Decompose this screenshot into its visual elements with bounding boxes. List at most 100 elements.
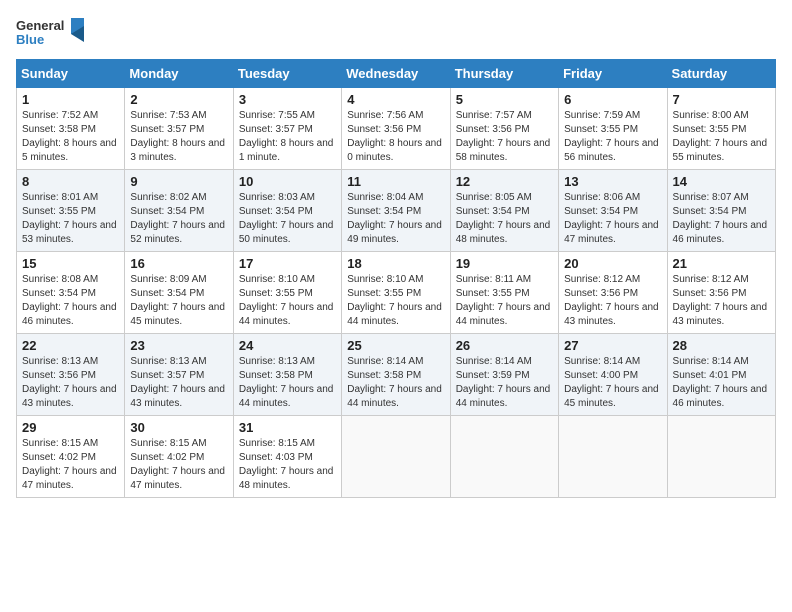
day-cell: 31 Sunrise: 8:15 AMSunset: 4:03 PMDayligh… xyxy=(233,416,341,498)
day-number: 3 xyxy=(239,92,336,107)
week-row-1: 1 Sunrise: 7:52 AMSunset: 3:58 PMDaylight… xyxy=(17,88,776,170)
day-detail: Sunrise: 8:04 AMSunset: 3:54 PMDaylight:… xyxy=(347,191,444,247)
day-number: 26 xyxy=(456,338,553,353)
col-header-wednesday: Wednesday xyxy=(342,60,450,88)
col-header-saturday: Saturday xyxy=(667,60,775,88)
day-detail: Sunrise: 8:10 AMSunset: 3:55 PMDaylight:… xyxy=(347,273,444,329)
day-detail: Sunrise: 8:03 AMSunset: 3:54 PMDaylight:… xyxy=(239,191,336,247)
day-number: 25 xyxy=(347,338,444,353)
day-cell: 16Sunrise: 8:09 AMSunset: 3:54 PMDayligh… xyxy=(125,252,233,334)
col-header-tuesday: Tuesday xyxy=(233,60,341,88)
day-detail: Sunrise: 8:05 AMSunset: 3:54 PMDaylight:… xyxy=(456,191,553,247)
day-number: 21 xyxy=(673,256,770,271)
day-detail: Sunrise: 8:02 AMSunset: 3:54 PMDaylight:… xyxy=(130,191,227,247)
day-cell: 28Sunrise: 8:14 AMSunset: 4:01 PMDayligh… xyxy=(667,334,775,416)
day-detail: Sunrise: 8:12 AMSunset: 3:56 PMDaylight:… xyxy=(673,273,770,329)
day-detail: Sunrise: 8:07 AMSunset: 3:54 PMDaylight:… xyxy=(673,191,770,247)
day-detail: Sunrise: 7:55 AMSunset: 3:57 PMDaylight:… xyxy=(239,109,336,165)
day-detail: Sunrise: 8:14 AMSunset: 3:58 PMDaylight:… xyxy=(347,355,444,411)
day-number: 8 xyxy=(22,174,119,189)
day-number: 5 xyxy=(456,92,553,107)
day-cell: 23 Sunrise: 8:13 AMSunset: 3:57 PMDayligh… xyxy=(125,334,233,416)
day-cell: 26 Sunrise: 8:14 AMSunset: 3:59 PMDayligh… xyxy=(450,334,558,416)
day-detail: Sunrise: 8:12 AMSunset: 3:56 PMDaylight:… xyxy=(564,273,661,329)
day-cell: 7 Sunrise: 8:00 AMSunset: 3:55 PMDaylight… xyxy=(667,88,775,170)
col-header-thursday: Thursday xyxy=(450,60,558,88)
day-number: 10 xyxy=(239,174,336,189)
day-cell: 3 Sunrise: 7:55 AMSunset: 3:57 PMDaylight… xyxy=(233,88,341,170)
day-number: 11 xyxy=(347,174,444,189)
day-detail: Sunrise: 8:14 AMSunset: 4:00 PMDaylight:… xyxy=(564,355,661,411)
day-cell: 19 Sunrise: 8:11 AMSunset: 3:55 PMDayligh… xyxy=(450,252,558,334)
day-detail: Sunrise: 8:11 AMSunset: 3:55 PMDaylight:… xyxy=(456,273,553,329)
day-cell: 29 Sunrise: 8:15 AMSunset: 4:02 PMDayligh… xyxy=(17,416,125,498)
day-number: 27 xyxy=(564,338,661,353)
day-detail: Sunrise: 8:08 AMSunset: 3:54 PMDaylight:… xyxy=(22,273,119,329)
day-detail: Sunrise: 8:14 AMSunset: 4:01 PMDaylight:… xyxy=(673,355,770,411)
header-row: SundayMondayTuesdayWednesdayThursdayFrid… xyxy=(17,60,776,88)
day-number: 16 xyxy=(130,256,227,271)
day-detail: Sunrise: 8:00 AMSunset: 3:55 PMDaylight:… xyxy=(673,109,770,165)
day-detail: Sunrise: 7:59 AMSunset: 3:55 PMDaylight:… xyxy=(564,109,661,165)
day-number: 19 xyxy=(456,256,553,271)
day-cell: 22Sunrise: 8:13 AMSunset: 3:56 PMDayligh… xyxy=(17,334,125,416)
day-cell: 15 Sunrise: 8:08 AMSunset: 3:54 PMDayligh… xyxy=(17,252,125,334)
day-number: 12 xyxy=(456,174,553,189)
day-number: 2 xyxy=(130,92,227,107)
day-cell xyxy=(667,416,775,498)
day-number: 23 xyxy=(130,338,227,353)
col-header-friday: Friday xyxy=(559,60,667,88)
day-cell: 17Sunrise: 8:10 AMSunset: 3:55 PMDayligh… xyxy=(233,252,341,334)
day-detail: Sunrise: 8:06 AMSunset: 3:54 PMDaylight:… xyxy=(564,191,661,247)
day-number: 6 xyxy=(564,92,661,107)
day-cell: 8 Sunrise: 8:01 AMSunset: 3:55 PMDaylight… xyxy=(17,170,125,252)
week-row-5: 29 Sunrise: 8:15 AMSunset: 4:02 PMDayligh… xyxy=(17,416,776,498)
day-detail: Sunrise: 8:15 AMSunset: 4:03 PMDaylight:… xyxy=(239,437,336,493)
day-detail: Sunrise: 8:15 AMSunset: 4:02 PMDaylight:… xyxy=(130,437,227,493)
day-cell: 25 Sunrise: 8:14 AMSunset: 3:58 PMDayligh… xyxy=(342,334,450,416)
day-cell: 20 Sunrise: 8:12 AMSunset: 3:56 PMDayligh… xyxy=(559,252,667,334)
day-detail: Sunrise: 7:52 AMSunset: 3:58 PMDaylight:… xyxy=(22,109,119,165)
day-cell: 21 Sunrise: 8:12 AMSunset: 3:56 PMDayligh… xyxy=(667,252,775,334)
day-number: 22 xyxy=(22,338,119,353)
week-row-2: 8 Sunrise: 8:01 AMSunset: 3:55 PMDaylight… xyxy=(17,170,776,252)
day-number: 15 xyxy=(22,256,119,271)
day-detail: Sunrise: 8:15 AMSunset: 4:02 PMDaylight:… xyxy=(22,437,119,493)
day-number: 29 xyxy=(22,420,119,435)
day-cell xyxy=(342,416,450,498)
day-detail: Sunrise: 8:14 AMSunset: 3:59 PMDaylight:… xyxy=(456,355,553,411)
day-cell: 10 Sunrise: 8:03 AMSunset: 3:54 PMDayligh… xyxy=(233,170,341,252)
day-number: 1 xyxy=(22,92,119,107)
day-cell: 11 Sunrise: 8:04 AMSunset: 3:54 PMDayligh… xyxy=(342,170,450,252)
day-number: 9 xyxy=(130,174,227,189)
day-cell: 9 Sunrise: 8:02 AMSunset: 3:54 PMDaylight… xyxy=(125,170,233,252)
day-cell: 6 Sunrise: 7:59 AMSunset: 3:55 PMDaylight… xyxy=(559,88,667,170)
calendar-table: SundayMondayTuesdayWednesdayThursdayFrid… xyxy=(16,59,776,498)
day-number: 30 xyxy=(130,420,227,435)
day-detail: Sunrise: 8:13 AMSunset: 3:57 PMDaylight:… xyxy=(130,355,227,411)
day-detail: Sunrise: 8:01 AMSunset: 3:55 PMDaylight:… xyxy=(22,191,119,247)
day-number: 24 xyxy=(239,338,336,353)
day-cell: 12 Sunrise: 8:05 AMSunset: 3:54 PMDayligh… xyxy=(450,170,558,252)
svg-text:Blue: Blue xyxy=(16,32,44,47)
day-number: 31 xyxy=(239,420,336,435)
col-header-sunday: Sunday xyxy=(17,60,125,88)
day-cell: 24 Sunrise: 8:13 AMSunset: 3:58 PMDayligh… xyxy=(233,334,341,416)
day-detail: Sunrise: 8:13 AMSunset: 3:58 PMDaylight:… xyxy=(239,355,336,411)
day-cell: 2Sunrise: 7:53 AMSunset: 3:57 PMDaylight… xyxy=(125,88,233,170)
day-number: 4 xyxy=(347,92,444,107)
day-number: 18 xyxy=(347,256,444,271)
day-cell: 1 Sunrise: 7:52 AMSunset: 3:58 PMDaylight… xyxy=(17,88,125,170)
day-number: 7 xyxy=(673,92,770,107)
day-detail: Sunrise: 7:56 AMSunset: 3:56 PMDaylight:… xyxy=(347,109,444,165)
day-cell: 13Sunrise: 8:06 AMSunset: 3:54 PMDayligh… xyxy=(559,170,667,252)
day-number: 20 xyxy=(564,256,661,271)
week-row-3: 15 Sunrise: 8:08 AMSunset: 3:54 PMDayligh… xyxy=(17,252,776,334)
day-detail: Sunrise: 8:10 AMSunset: 3:55 PMDaylight:… xyxy=(239,273,336,329)
day-cell xyxy=(450,416,558,498)
logo: GeneralBlue xyxy=(16,16,86,51)
col-header-monday: Monday xyxy=(125,60,233,88)
header: GeneralBlue xyxy=(16,16,776,51)
svg-text:General: General xyxy=(16,18,64,33)
day-cell: 18 Sunrise: 8:10 AMSunset: 3:55 PMDayligh… xyxy=(342,252,450,334)
